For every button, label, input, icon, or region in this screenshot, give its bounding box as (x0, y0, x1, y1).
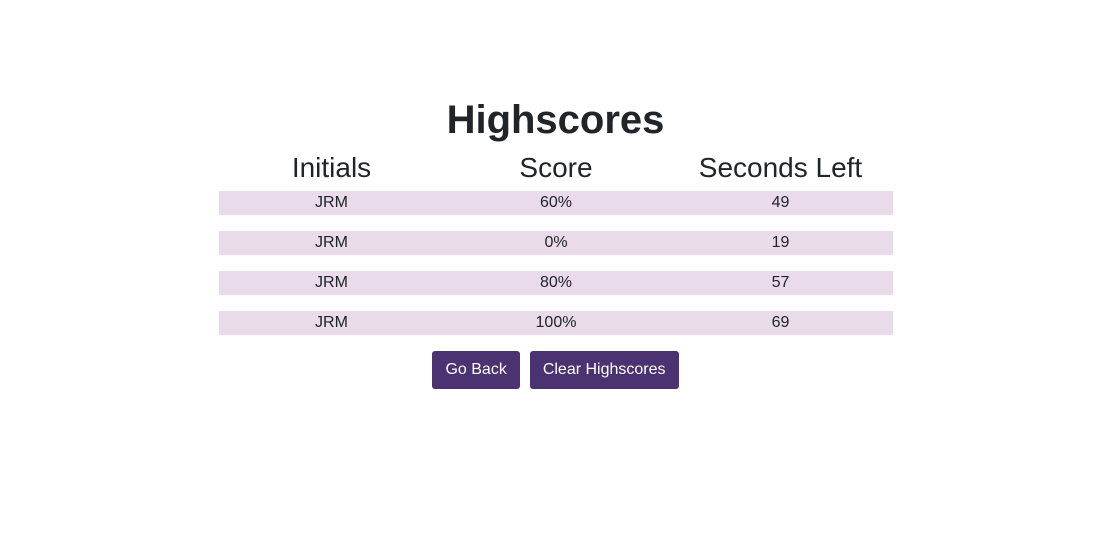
clear-highscores-button[interactable]: Clear Highscores (529, 351, 679, 389)
table-row: JRM 80% 57 (219, 271, 893, 295)
cell-seconds-left: 49 (771, 194, 790, 211)
cell-seconds-left: 57 (771, 274, 790, 291)
highscores-table: Initials Score Seconds Left JRM 60% 49 J… (219, 148, 893, 351)
table-row: JRM 0% 19 (219, 231, 893, 255)
action-buttons: Go Back Clear Highscores (0, 351, 1111, 389)
cell-initials: JRM (315, 194, 348, 211)
cell-score: 60% (539, 194, 573, 211)
cell-seconds-left: 69 (771, 314, 790, 331)
cell-initials: JRM (315, 234, 348, 251)
go-back-button[interactable]: Go Back (432, 351, 520, 389)
cell-initials: JRM (315, 274, 348, 291)
table-row: JRM 60% 49 (219, 191, 893, 215)
header-seconds-left: Seconds Left (698, 152, 863, 183)
page-title: Highscores (446, 98, 665, 142)
cell-score: 100% (535, 314, 577, 331)
table-header: Initials Score Seconds Left (219, 148, 893, 188)
cell-score: 80% (539, 274, 573, 291)
cell-initials: JRM (315, 314, 348, 331)
cell-seconds-left: 19 (771, 234, 790, 251)
highscores-page: Highscores Initials Score Seconds Left J… (0, 0, 1116, 551)
table-body: JRM 60% 49 JRM 0% 19 JRM 80% 57 JRM 100%… (219, 191, 893, 335)
header-score: Score (519, 152, 593, 183)
table-row: JRM 100% 69 (219, 311, 893, 335)
header-initials: Initials (291, 152, 372, 183)
cell-score: 0% (544, 234, 568, 251)
